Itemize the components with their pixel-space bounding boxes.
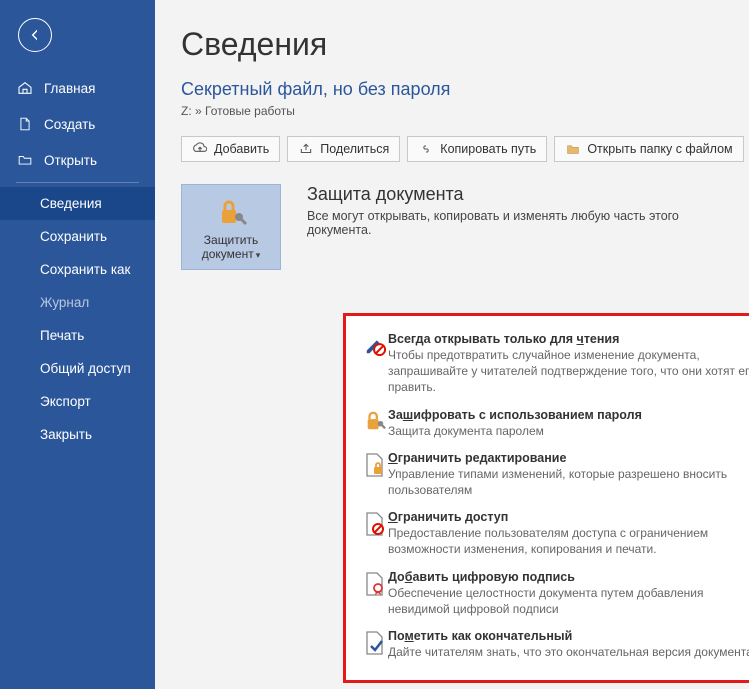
sidebar-item-print[interactable]: Печать	[0, 319, 155, 352]
chevron-down-icon: ▾	[256, 250, 261, 260]
protect-document-button[interactable]: Защитить документ▾	[181, 184, 281, 270]
sidebar-label: Главная	[44, 81, 95, 96]
sidebar-item-save[interactable]: Сохранить	[0, 220, 155, 253]
folder-open-icon	[16, 151, 34, 169]
backstage-sidebar: Главная Создать Открыть Сведения Сохрани…	[0, 0, 155, 689]
sidebar-item-history: Журнал	[0, 286, 155, 319]
sidebar-label: Закрыть	[40, 427, 92, 442]
lock-key-icon	[214, 197, 248, 227]
share-button[interactable]: Поделиться	[287, 136, 400, 162]
sidebar-label: Создать	[44, 117, 95, 132]
page-title: Сведения	[181, 26, 749, 63]
menu-item-mark-final[interactable]: Пометить как окончательный Дайте читател…	[352, 623, 749, 666]
pencil-block-icon	[362, 334, 388, 356]
sidebar-label: Журнал	[40, 295, 89, 310]
menu-item-title: Зашифровать с использованием пароля	[388, 408, 749, 422]
menu-item-desc: Дайте читателям знать, что это окончател…	[388, 644, 749, 660]
sidebar-item-open[interactable]: Открыть	[0, 142, 155, 178]
menu-item-title: Ограничить доступ	[388, 510, 749, 524]
sidebar-item-home[interactable]: Главная	[0, 70, 155, 106]
menu-item-title: Ограничить редактирование	[388, 451, 749, 465]
menu-item-add-signature[interactable]: Добавить цифровую подпись Обеспечение це…	[352, 564, 749, 623]
sidebar-label: Печать	[40, 328, 84, 343]
sidebar-item-share[interactable]: Общий доступ	[0, 352, 155, 385]
home-icon	[16, 79, 34, 97]
menu-item-restrict-access[interactable]: Ограничить доступ Предоставление пользов…	[352, 504, 749, 563]
document-lock-icon	[362, 453, 388, 477]
document-path: Z: » Готовые работы	[181, 104, 749, 118]
copy-path-button[interactable]: Копировать путь	[407, 136, 547, 162]
sidebar-item-close[interactable]: Закрыть	[0, 418, 155, 451]
share-icon	[298, 141, 314, 157]
sidebar-label: Экспорт	[40, 394, 91, 409]
sidebar-label: Сведения	[40, 196, 102, 211]
main-content: Сведения Секретный файл, но без пароля Z…	[155, 0, 749, 689]
sidebar-item-info[interactable]: Сведения	[0, 187, 155, 220]
document-title: Секретный файл, но без пароля	[181, 79, 749, 100]
link-icon	[418, 141, 434, 157]
menu-item-restrict-editing[interactable]: Ограничить редактирование Управление тип…	[352, 445, 749, 504]
sidebar-label: Сохранить как	[40, 262, 130, 277]
arrow-left-icon	[27, 27, 43, 43]
menu-item-desc: Предоставление пользователям доступа с о…	[388, 525, 749, 557]
folder-icon	[565, 141, 581, 157]
sidebar-label: Сохранить	[40, 229, 107, 244]
menu-item-encrypt[interactable]: Зашифровать с использованием пароля Защи…	[352, 402, 749, 445]
menu-item-desc: Чтобы предотвратить случайное изменение …	[388, 347, 749, 396]
back-button[interactable]	[18, 18, 52, 52]
document-block-icon	[362, 512, 388, 536]
open-folder-button[interactable]: Открыть папку с файлом	[554, 136, 743, 162]
info-toolbar: Добавить Поделиться Копировать путь Откр…	[181, 136, 749, 162]
sidebar-label: Открыть	[44, 153, 97, 168]
new-doc-icon	[16, 115, 34, 133]
sidebar-item-save-as[interactable]: Сохранить как	[0, 253, 155, 286]
protect-section-desc: Все могут открывать, копировать и изменя…	[307, 209, 727, 237]
sidebar-item-export[interactable]: Экспорт	[0, 385, 155, 418]
sidebar-divider	[16, 182, 139, 183]
menu-item-desc: Обеспечение целостности документа путем …	[388, 585, 749, 617]
menu-item-title: Всегда открывать только для чтения	[388, 332, 749, 346]
menu-item-desc: Защита документа паролем	[388, 423, 749, 439]
sidebar-label: Общий доступ	[40, 361, 131, 376]
upload-button[interactable]: Добавить	[181, 136, 280, 162]
upload-icon	[192, 141, 208, 157]
lock-key-icon	[362, 410, 388, 432]
protect-document-menu: Всегда открывать только для чтения Чтобы…	[343, 313, 749, 683]
protect-section-title: Защита документа	[307, 184, 727, 205]
document-ribbon-icon	[362, 572, 388, 596]
document-check-icon	[362, 631, 388, 655]
menu-item-title: Добавить цифровую подпись	[388, 570, 749, 584]
menu-item-read-only[interactable]: Всегда открывать только для чтения Чтобы…	[352, 326, 749, 402]
sidebar-item-new[interactable]: Создать	[0, 106, 155, 142]
menu-item-desc: Управление типами изменений, которые раз…	[388, 466, 749, 498]
protect-section: Защитить документ▾ Защита документа Все …	[181, 184, 749, 270]
menu-item-title: Пометить как окончательный	[388, 629, 749, 643]
